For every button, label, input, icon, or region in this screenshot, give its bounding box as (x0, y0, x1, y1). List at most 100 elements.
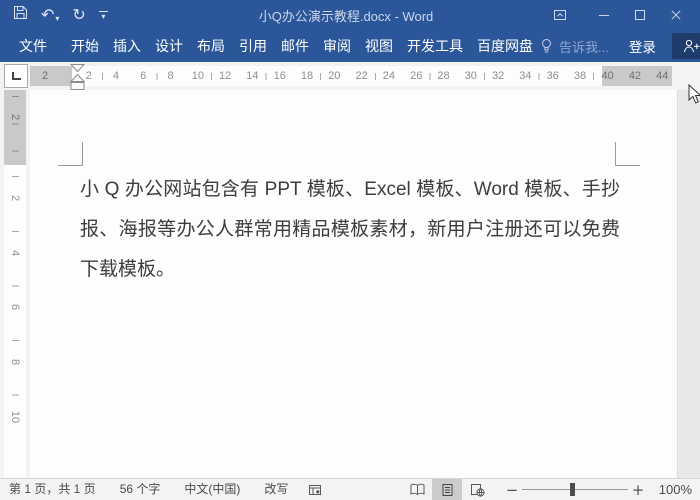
ruler-number: 4 (102, 66, 129, 86)
vertical-ruler[interactable]: 2 2 4 6 8 10 (4, 90, 26, 478)
ruler-number: 10 (9, 411, 21, 423)
lightbulb-icon (540, 38, 553, 55)
quick-access-toolbar: ↶ ▾ ↻ ▾ (0, 5, 150, 25)
ribbon-display-options-button[interactable] (542, 0, 578, 30)
ruler-text-area: 2468101214161820222426283032343638 (72, 66, 602, 86)
tab-stop-selector-button[interactable] (4, 64, 28, 88)
ruler-number: 28 (430, 66, 457, 86)
text-line[interactable]: 小 Q 办公网站包含有 PPT 模板、Excel 模板、Word 模板、手抄 (80, 170, 620, 210)
ruler-cell: 2 (4, 171, 26, 226)
ribbon-tab[interactable]: 文件 (11, 30, 55, 62)
ruler-cell: 6 (4, 280, 26, 335)
status-right-group: − + 100% (402, 479, 700, 500)
ruler-number: 22 (348, 66, 375, 86)
ruler-cell: 8 (4, 335, 26, 390)
print-layout-button[interactable] (432, 479, 462, 500)
ruler-cell: 4 (4, 226, 26, 281)
ruler-number: 36 (539, 66, 566, 86)
save-icon[interactable] (13, 5, 28, 25)
ruler-number: 24 (375, 66, 402, 86)
ruler-number: 4 (9, 250, 21, 256)
undo-icon: ↶ (41, 7, 54, 23)
macro-record-icon (308, 484, 322, 496)
ruler-number: 6 (9, 304, 21, 310)
window-title: 小Q办公演示教程.docx - Word (150, 6, 542, 25)
customize-qat-button[interactable]: ▾ (99, 11, 108, 20)
ruler-number: 8 (157, 66, 184, 86)
vertical-ruler-top-margin: 2 (4, 90, 26, 165)
ruler-number: 34 (512, 66, 539, 86)
zoom-slider-thumb[interactable] (570, 483, 575, 496)
left-tab-stop-icon (12, 72, 21, 80)
tell-me-button[interactable]: 告诉我... (540, 37, 609, 56)
zoom-slider-track[interactable] (522, 489, 628, 490)
word-count-status[interactable]: 56 个字 (108, 479, 173, 500)
ruler-row: 2 2468101214161820222426283032343638 404… (0, 62, 700, 90)
ruler-number: 16 (266, 66, 293, 86)
zoom-in-button[interactable]: + (628, 481, 648, 499)
ruler-number: 42 (621, 66, 648, 86)
word-window: ↶ ▾ ↻ ▾ 小Q办公演示教程.docx - Word (0, 0, 700, 500)
minimize-button[interactable] (586, 0, 622, 30)
paragraph[interactable]: 小 Q 办公网站包含有 PPT 模板、Excel 模板、Word 模板、手抄 报… (80, 170, 620, 290)
ruler-number: 2 (42, 70, 48, 82)
ruler-cell: 10 (4, 389, 26, 444)
ruler-number: 12 (211, 66, 238, 86)
ruler-number: 38 (566, 66, 593, 86)
undo-button[interactable]: ↶ ▾ (41, 7, 59, 23)
ribbon-tab[interactable]: 布局 (190, 30, 232, 62)
ribbon-tab[interactable]: 引用 (232, 30, 274, 62)
overtype-status[interactable]: 改写 (252, 479, 300, 500)
title-bar: ↶ ▾ ↻ ▾ 小Q办公演示教程.docx - Word (0, 0, 700, 30)
document-area: 2 2 4 6 8 10 小 Q 办公网站包含有 PPT 模板、Excel 模板、Wor… (0, 90, 700, 478)
macro-record-button[interactable] (300, 479, 330, 500)
web-layout-button[interactable] (462, 479, 492, 500)
ruler-number: 2 (9, 195, 21, 201)
indent-markers (70, 62, 85, 92)
read-mode-icon (409, 483, 426, 496)
text-line[interactable]: 下载模板。 (80, 250, 620, 290)
ruler-number: 30 (457, 66, 484, 86)
ribbon-tab[interactable]: 设计 (148, 30, 190, 62)
vertical-ruler-text-area: 2 4 6 8 10 (4, 165, 26, 444)
ribbon-tab[interactable]: 开发工具 (400, 30, 470, 62)
document-page[interactable]: 小 Q 办公网站包含有 PPT 模板、Excel 模板、Word 模板、手抄 报… (30, 90, 678, 478)
share-person-icon (683, 39, 700, 53)
close-button[interactable] (658, 0, 694, 30)
left-indent-marker[interactable] (70, 82, 85, 90)
ruler-number: 44 (649, 66, 676, 86)
page-number-status[interactable]: 第 1 页，共 1 页 (9, 479, 108, 500)
first-line-indent-marker[interactable] (70, 64, 85, 72)
ruler-number: 20 (321, 66, 348, 86)
ribbon-tab[interactable]: 百度网盘 (470, 30, 540, 62)
maximize-button[interactable] (622, 0, 658, 30)
status-bar: 第 1 页，共 1 页 56 个字 中文(中国) 改写 − + (0, 478, 700, 500)
ruler-left-margin: 2 (30, 66, 72, 86)
print-layout-icon (441, 483, 454, 497)
web-layout-icon (470, 483, 485, 497)
ribbon-tabs: 文件开始插入设计布局引用邮件审阅视图开发工具百度网盘 (0, 30, 540, 62)
zoom-out-button[interactable]: − (502, 481, 522, 499)
ribbon-tab[interactable]: 审阅 (316, 30, 358, 62)
tell-me-label: 告诉我... (559, 37, 609, 56)
horizontal-ruler[interactable]: 2 2468101214161820222426283032343638 404… (30, 66, 672, 86)
crop-mark-top-right (615, 142, 640, 166)
language-status[interactable]: 中文(中国) (172, 479, 252, 500)
ribbon-tab[interactable]: 开始 (64, 30, 106, 62)
hanging-indent-marker[interactable] (70, 74, 85, 82)
ribbon-tab[interactable]: 邮件 (274, 30, 316, 62)
zoom-slider[interactable] (522, 479, 628, 500)
sign-in-button[interactable]: 登录 (629, 36, 656, 56)
ribbon-right-group: 告诉我... 登录 共享 (540, 30, 700, 62)
status-left-group: 第 1 页，共 1 页 56 个字 中文(中国) 改写 (0, 479, 330, 500)
text-line[interactable]: 报、海报等办公人群常用精品模板素材，新用户注册还可以免费 (80, 210, 620, 250)
redo-icon[interactable]: ↻ (72, 7, 85, 23)
ribbon-tab[interactable]: 插入 (106, 30, 148, 62)
undo-dropdown-icon[interactable]: ▾ (55, 14, 59, 23)
mouse-cursor (688, 84, 700, 110)
share-button[interactable]: 共享 (672, 33, 700, 59)
read-mode-button[interactable] (402, 479, 432, 500)
ruler-right-margin: 404244 (602, 66, 672, 86)
zoom-level-button[interactable]: 100% (648, 482, 692, 497)
ribbon-tab[interactable]: 视图 (358, 30, 400, 62)
